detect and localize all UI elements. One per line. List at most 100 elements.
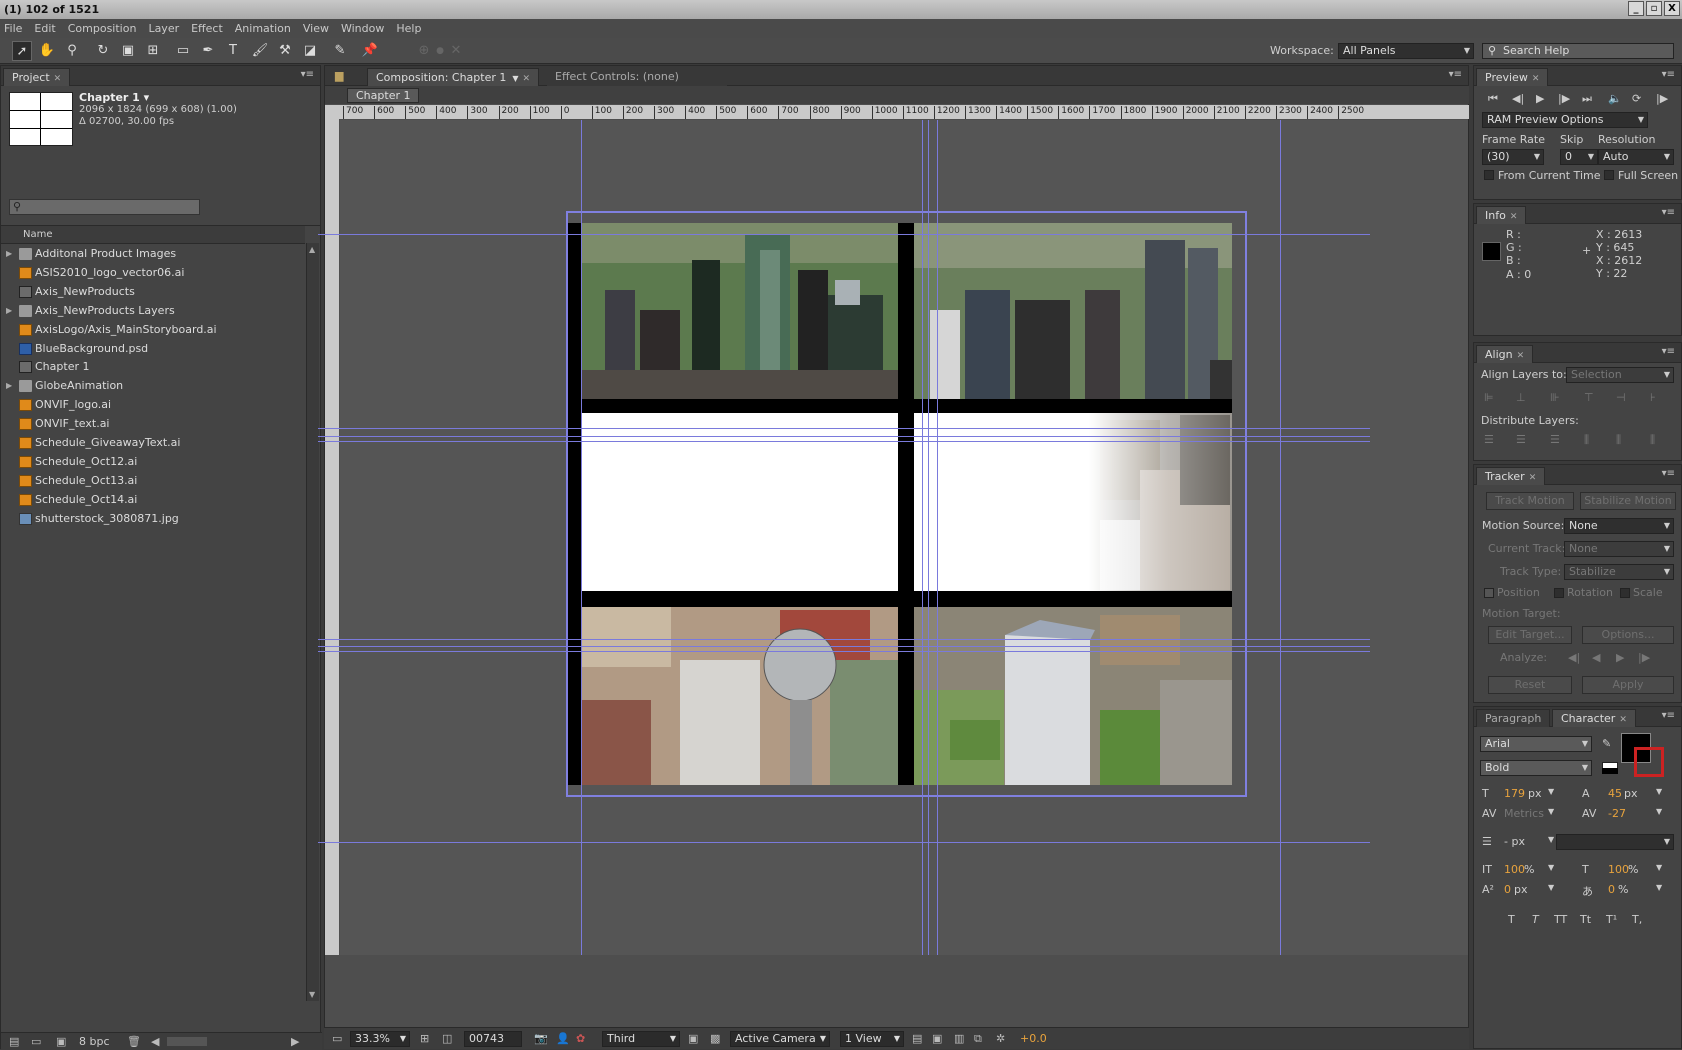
guide-horizontal[interactable]	[318, 428, 1370, 429]
always-preview-icon[interactable]: ▭	[332, 1032, 342, 1045]
snapshot-icon[interactable]: 📷	[534, 1032, 548, 1045]
minimize-button[interactable]: _	[1628, 1, 1644, 16]
tracking-value[interactable]: -27	[1608, 807, 1626, 820]
close-icon[interactable]: ✕	[1532, 74, 1540, 84]
distribute-bottom-icon[interactable]: ☰	[1550, 433, 1560, 446]
eraser-tool-icon[interactable]: ◪	[300, 41, 320, 61]
camera-tool-icon[interactable]: ▣	[118, 41, 138, 61]
all-caps-button[interactable]: TT	[1554, 913, 1567, 926]
panel-menu-icon[interactable]: ▾≡	[1662, 69, 1675, 80]
chevron-down-icon[interactable]: ▼	[1656, 807, 1662, 816]
tab-composition[interactable]: Composition: Chapter 1 ▼ ✕	[367, 68, 540, 86]
scroll-left-icon[interactable]: ◀	[151, 1035, 159, 1048]
list-item[interactable]: ▶ Axis_NewProducts Layers	[1, 302, 283, 320]
close-icon[interactable]: ✕	[523, 74, 531, 84]
region-of-interest-icon[interactable]: ▣	[688, 1032, 698, 1045]
close-icon[interactable]: ✕	[54, 74, 62, 84]
first-frame-icon[interactable]: ⏮	[1488, 92, 1498, 106]
horizontal-scrollbar[interactable]	[167, 1037, 207, 1046]
ram-preview-icon[interactable]: |▶	[1656, 92, 1668, 105]
tab-info[interactable]: Info ✕	[1476, 206, 1527, 224]
search-help-input[interactable]: ⚲ Search Help	[1482, 43, 1674, 59]
camera-select[interactable]: Active Camera ▼	[730, 1031, 830, 1047]
rotation-tool-icon[interactable]: ↻	[93, 41, 113, 61]
superscript-button[interactable]: T¹	[1606, 913, 1617, 926]
black-swatch[interactable]	[1602, 768, 1618, 774]
apply-button[interactable]: Apply	[1582, 676, 1674, 694]
resolution-select[interactable]: Third ▼	[602, 1031, 680, 1047]
ram-preview-options-select[interactable]: RAM Preview Options ▼	[1482, 112, 1648, 128]
list-item[interactable]: ▶ GlobeAnimation	[1, 377, 283, 395]
play-icon[interactable]: ▶	[1536, 92, 1544, 105]
track-type-select[interactable]: Stabilize ▼	[1564, 564, 1674, 580]
bit-depth[interactable]: 8 bpc	[79, 1035, 110, 1048]
flowchart-icon[interactable]: ⧉	[974, 1032, 982, 1046]
restore-button[interactable]: ▫	[1646, 1, 1662, 16]
align-right-icon[interactable]: ⊪	[1550, 391, 1560, 404]
pan-behind-tool-icon[interactable]: ⊞	[143, 41, 163, 61]
skip-select[interactable]: 0 ▼	[1560, 149, 1598, 165]
pen-tool-icon[interactable]: ✒	[198, 41, 218, 61]
list-item[interactable]: ONVIF_logo.ai	[1, 396, 283, 414]
previous-frame-icon[interactable]: ◀|	[1512, 92, 1524, 105]
close-icon[interactable]: ✕	[1510, 212, 1518, 222]
project-search-input[interactable]: ⚲	[9, 199, 200, 215]
align-left-icon[interactable]: ⊫	[1484, 391, 1494, 404]
new-folder-icon[interactable]: ▭	[31, 1035, 41, 1048]
stroke-width-value[interactable]: - px	[1504, 835, 1525, 848]
list-item[interactable]: Chapter 1	[1, 358, 283, 376]
scroll-right-icon[interactable]: ▶	[291, 1035, 299, 1048]
guide-horizontal[interactable]	[318, 436, 1370, 437]
panel-menu-icon[interactable]: ▾≡	[1662, 468, 1675, 479]
list-item[interactable]: Schedule_Oct12.ai	[1, 453, 283, 471]
exposure-reset-icon[interactable]: ✲	[996, 1032, 1005, 1045]
view-axis-icon[interactable]: ✕	[446, 41, 466, 61]
full-screen-checkbox[interactable]	[1604, 170, 1614, 180]
list-item[interactable]: ONVIF_text.ai	[1, 415, 283, 433]
close-icon[interactable]: ✕	[1517, 351, 1525, 361]
edit-target-button[interactable]: Edit Target...	[1488, 626, 1572, 644]
align-bottom-icon[interactable]: ⊦	[1650, 391, 1656, 404]
eyedropper-icon[interactable]: ✎	[1602, 737, 1611, 750]
baseline-shift-value[interactable]: 0	[1504, 883, 1511, 896]
toggle-pixel-aspect-icon[interactable]: ▤	[912, 1032, 922, 1045]
menu-window[interactable]: Window	[341, 22, 384, 35]
channel-icon[interactable]: ✿	[576, 1032, 585, 1045]
stabilize-motion-button[interactable]: Stabilize Motion	[1580, 492, 1676, 510]
scale-checkbox[interactable]	[1620, 588, 1630, 598]
small-caps-button[interactable]: Tt	[1580, 913, 1591, 926]
rotation-checkbox[interactable]	[1554, 588, 1564, 598]
reset-button[interactable]: Reset	[1488, 676, 1572, 694]
horizontal-ruler[interactable]: 700 600 500 400 300 200 100 0 100 200 300 400 500 600…	[325, 105, 1469, 119]
expand-triangle-icon[interactable]: ▶	[6, 245, 12, 263]
font-family-select[interactable]: Arial ▼	[1480, 736, 1592, 752]
grid-icon[interactable]: ⊞	[420, 1032, 429, 1045]
audio-icon[interactable]: 🔈	[1608, 92, 1622, 105]
show-snapshot-icon[interactable]: 👤	[556, 1032, 570, 1045]
from-current-time-checkbox[interactable]	[1484, 170, 1494, 180]
guide-horizontal[interactable]	[318, 842, 1370, 843]
distribute-left-icon[interactable]: ⫼	[1584, 433, 1589, 447]
chevron-down-icon[interactable]: ▼	[1548, 863, 1554, 872]
panel-menu-icon[interactable]: ▾≡	[1662, 710, 1675, 721]
view-layout-select[interactable]: 1 View ▼	[840, 1031, 904, 1047]
panel-menu-icon[interactable]: ▾≡	[1449, 69, 1462, 80]
transparency-grid-icon[interactable]: ▩	[710, 1032, 720, 1045]
chevron-down-icon[interactable]: ▼	[1548, 807, 1554, 816]
align-top-icon[interactable]: ⊤	[1584, 391, 1594, 404]
distribute-vcenter-icon[interactable]: ☰	[1516, 433, 1526, 446]
leading-value[interactable]: 45	[1608, 787, 1622, 800]
menu-file[interactable]: File	[4, 22, 22, 35]
guide-vertical[interactable]	[928, 120, 929, 955]
mask-visibility-icon[interactable]: ◫	[442, 1032, 452, 1045]
menu-view[interactable]: View	[303, 22, 329, 35]
magnification-select[interactable]: 33.3% ▼	[350, 1031, 410, 1047]
chevron-down-icon[interactable]: ▼	[1656, 787, 1662, 796]
align-hcenter-icon[interactable]: ⊥	[1516, 391, 1526, 404]
align-to-select[interactable]: Selection ▼	[1566, 367, 1674, 383]
column-header-name[interactable]: Name	[1, 226, 305, 244]
rectangle-tool-icon[interactable]: ▭	[173, 41, 193, 61]
tab-effect-controls[interactable]: Effect Controls: (none)	[547, 68, 727, 86]
faux-italic-button[interactable]: T	[1532, 913, 1539, 926]
horizontal-scale-value[interactable]: 100	[1608, 863, 1629, 876]
